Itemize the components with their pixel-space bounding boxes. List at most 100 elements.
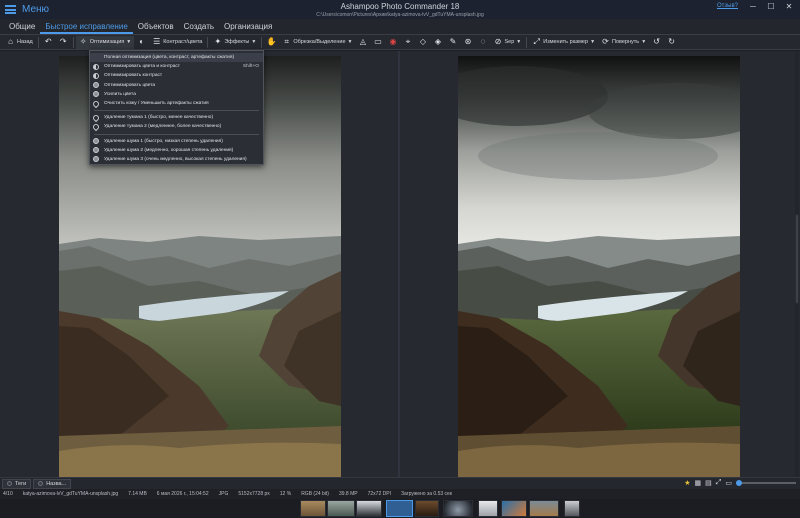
thumbnail[interactable] xyxy=(564,500,580,517)
crop-label: Обрезка/Выделение xyxy=(293,39,346,45)
thumbnail[interactable] xyxy=(443,500,473,517)
thumbnail[interactable] xyxy=(478,500,498,517)
contrast-icon: ◐ xyxy=(139,37,145,46)
undo-button[interactable]: ↶ xyxy=(41,36,56,49)
heal-button[interactable]: ⊛ xyxy=(460,36,475,49)
contrast-color-button[interactable]: ☰ Контраст/цвета xyxy=(149,36,205,49)
hand-tool-button[interactable]: ✋ xyxy=(264,36,279,49)
thumbnail[interactable] xyxy=(415,500,439,517)
thumbnail[interactable] xyxy=(327,500,355,517)
menu-item-denoise-3[interactable]: Удаление шума 3 (очень медленно, высокая… xyxy=(90,155,263,164)
menu-item-label: Оптимизировать цвета xyxy=(104,82,156,88)
rotate-left-icon: ↺ xyxy=(653,37,660,46)
thumbnail-selected[interactable] xyxy=(386,500,413,517)
noise-icon xyxy=(93,138,99,145)
noise-icon xyxy=(93,147,99,154)
tab-objects[interactable]: Объектов xyxy=(133,19,179,34)
monitor-icon[interactable]: ▭ xyxy=(725,479,732,487)
menu-item-clean-skin[interactable]: Очистить кожу / Уменьшить артефакты сжат… xyxy=(90,99,263,108)
chevron-down-icon: ▼ xyxy=(251,39,257,45)
fit-icon[interactable]: ⤢ xyxy=(716,479,722,487)
auto-contrast-button[interactable]: ◐ xyxy=(134,36,149,49)
image-dimensions: 5152x7728 px xyxy=(238,491,270,497)
menu-item-label: Очистить кожу / Уменьшить артефакты сжат… xyxy=(104,101,209,107)
tab-organization[interactable]: Организация xyxy=(219,19,277,34)
brush-button[interactable]: ✎ xyxy=(445,36,460,49)
after-view[interactable] xyxy=(400,51,800,478)
title-bar: Меню Ashampoo Photo Commander 18 C:\User… xyxy=(0,0,800,19)
menu-item-dehaze-1[interactable]: Удаление тумана 1 (быстро, менее качеств… xyxy=(90,113,263,122)
menu-item-label: Оптимизировать контраст xyxy=(104,73,163,79)
zoom-slider-knob[interactable] xyxy=(736,480,742,486)
red-eye-button[interactable]: ◉ xyxy=(385,36,400,49)
maximize-icon: ☐ xyxy=(767,1,775,11)
contrast-color-label: Контраст/цвета xyxy=(163,39,203,45)
app-title: Ashampoo Photo Commander 18 xyxy=(340,2,460,11)
sliders-icon: ☰ xyxy=(153,37,161,46)
straighten-button[interactable]: ◬ xyxy=(355,36,370,49)
grid-icon[interactable]: ▦ xyxy=(695,479,702,487)
thumbnail[interactable] xyxy=(356,500,382,517)
effects-label: Эффекты xyxy=(224,39,250,45)
toolbar: ⌂ Назад ↶ ↷ ✧ Оптимизация ▼ ◐ ☰ Контраст… xyxy=(0,35,800,50)
redo-button[interactable]: ↷ xyxy=(56,36,71,49)
tab-quick-fix[interactable]: Быстрое исправление xyxy=(40,19,133,34)
menu-item-label: Удаление шума 2 (медленно, хорошая степе… xyxy=(104,147,234,153)
file-date: 6 мая 2026 г., 15:04:52 xyxy=(156,491,209,497)
resize-dropdown-button[interactable]: ⤢ Изменить размер ▼ xyxy=(529,36,598,49)
clone-icon: ⌖ xyxy=(405,37,411,46)
fill-button[interactable]: ◈ xyxy=(430,36,445,49)
menu-item-dehaze-2[interactable]: Удаление тумана 2 (медленнее, более каче… xyxy=(90,122,263,132)
toolbar-separator xyxy=(207,36,209,48)
tab-general[interactable]: Общие xyxy=(4,19,40,34)
feedback-link[interactable]: Отзыв? xyxy=(717,3,738,9)
menu-item-denoise-1[interactable]: Удаление шума 1 (быстро, низкая степень … xyxy=(90,137,263,146)
frame-icon: ▭ xyxy=(374,37,382,46)
menu-item-enhance-colors[interactable]: Усилить цвета xyxy=(90,90,263,99)
menu-item-full-optimization[interactable]: Полная оптимизация (цвета, контраст, арт… xyxy=(90,53,263,63)
thumbnail[interactable] xyxy=(501,500,527,517)
name-tab[interactable]: Назва... xyxy=(33,478,72,489)
tab-create[interactable]: Создать xyxy=(179,19,219,34)
star-icon[interactable]: ★ xyxy=(684,479,690,487)
rotate-left-button[interactable]: ↺ xyxy=(649,36,664,49)
menu-item-optimize-contrast[interactable]: Оптимизировать контраст xyxy=(90,71,263,80)
resize-label: Изменить размер xyxy=(543,39,589,45)
menu-item-optimize-colors[interactable]: Оптимизировать цвета xyxy=(90,81,263,90)
minimize-button[interactable]: ─ xyxy=(744,0,762,12)
heal-icon: ⊛ xyxy=(464,37,472,46)
maximize-button[interactable]: ☐ xyxy=(762,0,780,12)
brush-icon: ✎ xyxy=(449,37,457,46)
blur-button[interactable]: ◌ xyxy=(475,36,490,49)
thumbnail[interactable] xyxy=(300,500,326,517)
megapixels: 39.8 MP xyxy=(338,491,358,497)
dpi: 72x72 DPI xyxy=(367,491,391,497)
back-button[interactable]: ⌂ Назад xyxy=(3,36,36,49)
menu-item-optimize-color-contrast[interactable]: Оптимизировать цвета и контраст Shift+O xyxy=(90,62,263,71)
optimization-dropdown-button[interactable]: ✧ Оптимизация ▼ xyxy=(75,35,135,49)
tags-tab[interactable]: Теги xyxy=(2,478,32,489)
vertical-scrollbar[interactable] xyxy=(795,51,799,477)
thumbnail[interactable] xyxy=(529,500,559,517)
paint-bucket-icon: ◈ xyxy=(434,37,442,46)
clone-button[interactable]: ⌖ xyxy=(400,36,415,49)
sepia-dropdown-button[interactable]: ⊘ Sep ▼ xyxy=(490,36,524,49)
color-circle-icon xyxy=(93,91,99,98)
eraser-button[interactable]: ◇ xyxy=(415,36,430,49)
scrollbar-thumb[interactable] xyxy=(795,214,799,304)
menu-item-label: Удаление шума 3 (очень медленно, высокая… xyxy=(104,156,247,162)
menu-item-shortcut: Shift+O xyxy=(242,64,259,70)
rotate-right-button[interactable]: ↻ xyxy=(664,36,679,49)
rotate-right-icon: ↻ xyxy=(668,37,675,46)
crop-dropdown-button[interactable]: ⌗ Обрезка/Выделение ▼ xyxy=(279,36,355,49)
close-button[interactable]: ✕ xyxy=(780,0,798,12)
filmstrip xyxy=(0,499,800,518)
rotate-dropdown-button[interactable]: ⟳ Повернуть ▼ xyxy=(598,36,649,49)
frame-button[interactable]: ▭ xyxy=(370,36,385,49)
zoom-slider[interactable] xyxy=(736,480,796,486)
menu-item-denoise-2[interactable]: Удаление шума 2 (медленно, хорошая степе… xyxy=(90,146,263,155)
rotate-label: Повернуть xyxy=(612,39,640,45)
menu-item-label: Полная оптимизация (цвета, контраст, арт… xyxy=(104,55,235,61)
list-icon[interactable]: ▤ xyxy=(705,479,712,487)
effects-dropdown-button[interactable]: ✦ Эффекты ▼ xyxy=(210,36,259,49)
